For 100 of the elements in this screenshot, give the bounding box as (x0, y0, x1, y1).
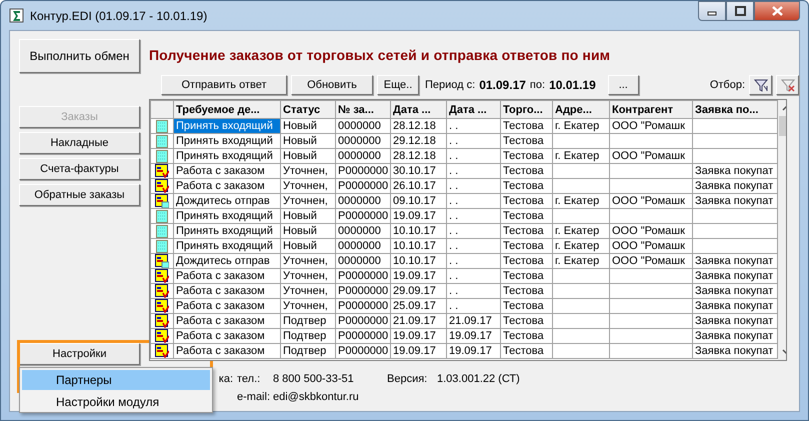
table-cell: Заявка покупат (695, 329, 774, 343)
toolbar-button[interactable]: Еще.. (377, 74, 419, 94)
table-cell: Тестова (503, 209, 544, 223)
table-cell: P0000000 (338, 179, 388, 193)
table-cell: 29.12.18 (393, 134, 436, 148)
column-header[interactable]: Дата ... (447, 101, 500, 118)
table-cell: 10.10.17 (393, 254, 436, 268)
nav-button[interactable]: Накладные (19, 132, 140, 154)
table-cell: Тестова (503, 149, 544, 163)
table-cell: . . (449, 239, 458, 253)
table-cell: Заявка покупат (695, 179, 774, 193)
table-cell: 0000000 (338, 149, 381, 163)
toolbar-button[interactable]: Обновить (291, 74, 373, 94)
table-cell: 19.09.17 (393, 209, 436, 223)
exchange-button[interactable]: Выполнить обмен (19, 39, 140, 73)
table-cell: Заявка покупат (695, 314, 774, 328)
column-header[interactable]: Требуемое де... (174, 101, 280, 118)
document-icon (155, 224, 169, 238)
filter-button[interactable] (749, 74, 772, 94)
phone-label: тел.: (237, 373, 262, 385)
check-form-icon (155, 179, 169, 193)
version-number: 1.03.001.22 (СТ) (437, 373, 521, 385)
table-cell: Тестова (503, 269, 544, 283)
app-icon (9, 8, 24, 23)
check-form-icon (155, 299, 169, 313)
table-cell: Заявка покупат (695, 299, 774, 313)
nav-button[interactable]: Обратные заказы (19, 184, 140, 206)
table-cell: P0000000 (338, 269, 388, 283)
table-cell: 10.10.17 (393, 239, 436, 253)
table-cell: . . (449, 209, 458, 223)
table-cell: Тестова (503, 254, 544, 268)
funnel-cross-icon (780, 78, 794, 92)
period-button[interactable]: ... (608, 74, 639, 94)
nav-button[interactable]: Счета-фактуры (19, 158, 140, 180)
table-cell: P0000000 (338, 284, 388, 298)
column-header[interactable]: Заявка по... (693, 101, 777, 118)
maximize-button[interactable] (726, 1, 754, 21)
check-form-icon (155, 314, 169, 328)
table-cell: Заявка покупат (695, 344, 774, 358)
table-cell[interactable]: Принять входящий (174, 119, 280, 133)
email-address: edi@skbkontur.ru (273, 391, 360, 403)
close-icon (772, 6, 782, 16)
table-cell: . . (449, 179, 458, 193)
table-cell: 0000000 (338, 194, 381, 208)
table-cell: 26.10.17 (393, 179, 436, 193)
settings-button[interactable]: Настройки (19, 343, 140, 365)
column-header[interactable]: Контрагент (610, 101, 692, 118)
table-cell: . . (449, 194, 458, 208)
table-cell: . . (449, 119, 458, 133)
table-cell: 0000000 (338, 254, 381, 268)
table-cell: ООО "Ромашк (612, 119, 685, 133)
table-cell: P0000000 (338, 329, 388, 343)
table-cell: 19.09.17 (393, 329, 436, 343)
column-header[interactable]: Торго... (501, 101, 552, 118)
table-cell: . . (449, 284, 458, 298)
column-header[interactable]: Статус (281, 101, 335, 118)
check-form-icon (155, 344, 169, 358)
column-header[interactable]: Адре... (553, 101, 609, 118)
table-cell: г. Екатер (555, 194, 600, 208)
close-button[interactable] (754, 1, 800, 21)
table-cell: 21.09.17 (393, 314, 436, 328)
period-label: Период с: (425, 78, 476, 90)
table-cell: Тестова (503, 239, 544, 253)
table-cell: Уточнен, (283, 164, 328, 178)
table-cell: Тестова (503, 284, 544, 298)
clear-filter-button[interactable] (776, 74, 799, 94)
table-cell: ООО "Ромашк (612, 254, 685, 268)
filter-label: Отбор: (710, 78, 745, 90)
menu-item[interactable]: Партнеры (22, 370, 210, 390)
document-icon (155, 134, 169, 148)
table-cell: Новый (283, 149, 317, 163)
table-cell: г. Екатер (555, 254, 600, 268)
toolbar-button[interactable]: Отправить ответ (161, 74, 287, 94)
table-cell: Уточнен, (283, 194, 328, 208)
table-cell: ООО "Ромашк (612, 149, 685, 163)
check-form-icon (155, 284, 169, 298)
table-cell: 19.09.17 (393, 344, 436, 358)
table-cell: Уточнен, (283, 269, 328, 283)
table-cell: Подтвер (283, 329, 326, 343)
funnel-icon (754, 78, 768, 92)
table-cell: Подтвер (283, 314, 326, 328)
email-label: e-mail: (237, 391, 272, 403)
table-cell: 25.09.17 (393, 299, 436, 313)
period-to-label: по: (530, 78, 546, 90)
menu-item[interactable]: Настройки модуля (22, 392, 210, 412)
table-cell: 19.09.17 (449, 344, 492, 358)
table-cell: Подтвер (283, 344, 326, 358)
table-cell: 30.10.17 (393, 164, 436, 178)
period-from: 01.09.17 (479, 78, 526, 92)
table-cell: г. Екатер (555, 149, 600, 163)
minimize-button[interactable] (698, 1, 726, 21)
table-cell: 09.10.17 (393, 194, 436, 208)
column-header[interactable]: Дата ... (391, 101, 446, 118)
table-cell: Новый (283, 224, 317, 238)
document-icon (155, 119, 169, 133)
table-cell: 28.12.18 (393, 119, 436, 133)
table-cell: . . (449, 164, 458, 178)
column-header[interactable]: № за... (336, 101, 390, 118)
version-label: Версия: (387, 373, 428, 385)
page-heading: Получение заказов от торговых сетей и отправка ответов по ним (149, 47, 612, 65)
